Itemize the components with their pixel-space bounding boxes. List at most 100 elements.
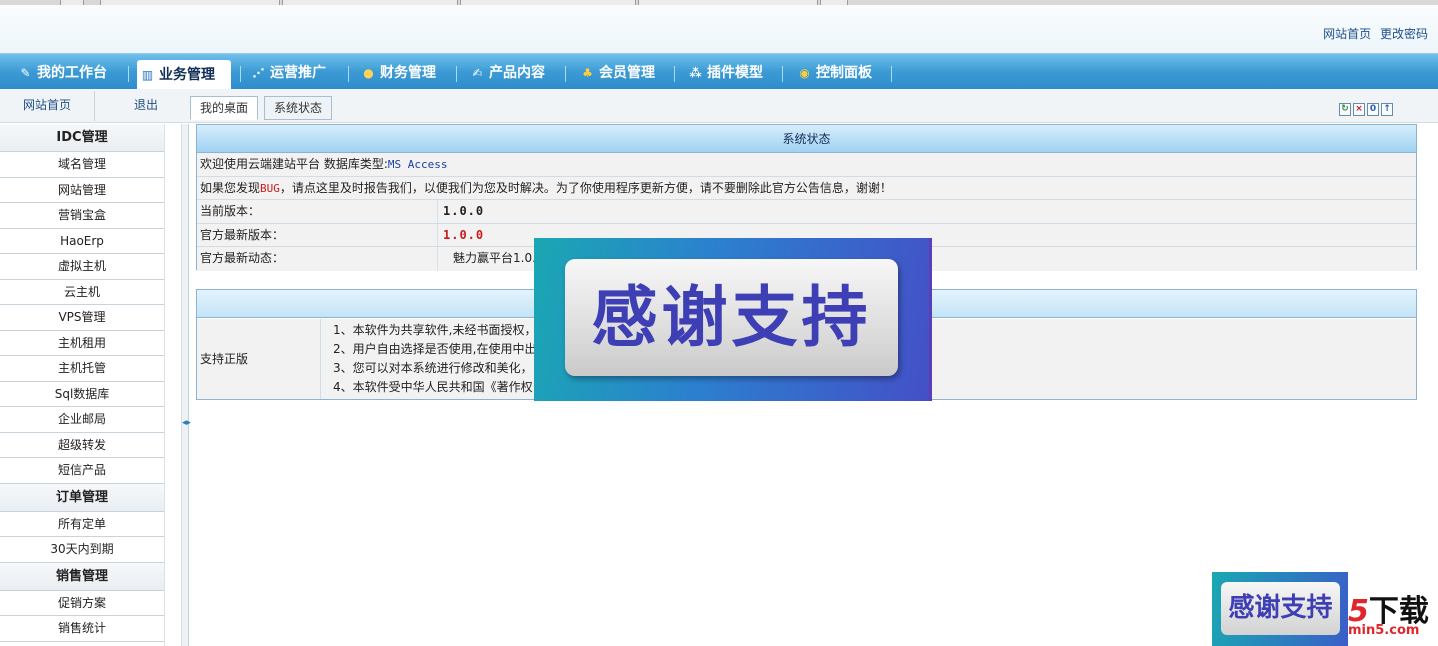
quick-link-site-home[interactable]: 网站首页 (0, 89, 94, 123)
watermark-banner: 感谢支持 (1212, 572, 1348, 646)
row-divider (437, 200, 438, 223)
sidebar-group-sales[interactable]: 销售管理 (0, 562, 164, 591)
row-divider (320, 319, 321, 399)
list-item: 3、您可以对本系统进行修改和美化， (333, 361, 533, 375)
sidebar-item-all-orders[interactable]: 所有定单 (0, 512, 164, 537)
welcome-text: 欢迎使用云端建站平台 数据库类型: (200, 157, 388, 171)
watermark-plate: 感谢支持 (1221, 582, 1340, 635)
nav-item-members[interactable]: ♣ 会员管理 (577, 58, 655, 90)
current-version-value: 1.0.0 (443, 204, 485, 218)
sub-bar: 网站首页 退出 我的桌面 系统状态 ↻ × 0 ↑ (0, 89, 1438, 123)
nav-label: 业务管理 (159, 67, 215, 83)
edit-icon: ✍ (472, 66, 483, 80)
watermark-url: min5.com (1348, 623, 1420, 638)
sidebar-item-sales-stats[interactable]: 销售统计 (0, 616, 164, 642)
welcome-row: 欢迎使用云端建站平台 数据库类型:MS Access (197, 153, 1416, 177)
latest-version-value: 1.0.0 (443, 227, 485, 242)
top-links: 网站首页 更改密码 (1318, 25, 1428, 42)
watermark: 感谢支持 5下载 min5.com (1212, 572, 1438, 646)
members-icon: ♣ (582, 66, 593, 80)
sidebar-item-vps[interactable]: VPS管理 (0, 305, 164, 331)
tab-system-status[interactable]: 系统状态 (264, 96, 333, 120)
nav-item-finance[interactable]: ● 财务管理 (358, 58, 436, 90)
sidebar-item-host-hosting[interactable]: 主机托管 (0, 356, 164, 382)
nav-item-plugins[interactable]: ⁂ 插件模型 (685, 58, 763, 90)
info-icon[interactable]: 0 (1367, 103, 1379, 116)
row-divider (437, 223, 438, 246)
nav-separator (240, 66, 241, 82)
workbench-icon: ✎ (20, 66, 31, 80)
sidebar-item-expiring-30d[interactable]: 30天内到期 (0, 537, 164, 563)
nav-item-content[interactable]: ✍ 产品内容 (467, 58, 545, 90)
quick-link-logout[interactable]: 退出 (96, 89, 196, 123)
bug-prefix: 如果您发现 (200, 180, 261, 195)
nav-separator (348, 66, 349, 82)
nav-item-workbench[interactable]: ✎ 我的工作台 (15, 58, 107, 90)
nav-item-operations[interactable]: ⋰ 运营推广 (248, 58, 327, 90)
bug-word: BUG (260, 181, 280, 195)
sidebar-item-enterprise-mail[interactable]: 企业邮局 (0, 407, 164, 433)
nav-label: 运营推广 (270, 65, 326, 81)
sidebar-item-cloud-host[interactable]: 云主机 (0, 280, 164, 305)
plugin-icon: ⁂ (689, 66, 702, 80)
sidebar-item-marketing-box[interactable]: 营销宝盒 (0, 203, 164, 229)
change-password-link[interactable]: 更改密码 (1380, 27, 1428, 41)
sidebar-group-orders[interactable]: 订单管理 (0, 483, 164, 512)
bug-suffix: ，请点这里及时报告我们，以便我们为您及时解决。为了你使用程序更新方便，请不要删除… (279, 180, 892, 195)
row-divider (437, 247, 438, 271)
nav-separator (565, 66, 566, 82)
list-item: 2、用户自由选择是否使用,在使用中出 (333, 342, 537, 356)
banner-plate: 感谢支持 (565, 259, 898, 376)
sidebar-group-idc[interactable]: IDC管理 (0, 124, 164, 152)
latest-news-label: 官方最新动态： (200, 251, 285, 265)
coins-icon: ● (363, 66, 374, 80)
bug-report-row[interactable]: 如果您发现BUG，请点这里及时报告我们，以便我们为您及时解决。为了你使用程序更新… (197, 176, 1416, 200)
refresh-icon[interactable]: ↻ (1339, 103, 1351, 116)
latest-version-label: 官方最新版本： (200, 227, 285, 242)
sidebar-item-website[interactable]: 网站管理 (0, 178, 164, 203)
nav-separator (891, 66, 892, 82)
window-tools: ↻ × 0 ↑ (1337, 100, 1393, 116)
list-item: 4、本软件受中华人民共和国《著作权 (333, 380, 533, 394)
current-version-row: 当前版本： 1.0.0 (197, 200, 1416, 224)
nav-label: 产品内容 (489, 65, 545, 81)
network-icon: ⋰ (252, 66, 265, 80)
sidebar-item-sql-db[interactable]: Sql数据库 (0, 382, 164, 407)
sidebar-item-haoerp[interactable]: HaoErp (0, 229, 164, 254)
nav-separator (674, 66, 675, 82)
nav-label: 财务管理 (380, 65, 436, 81)
db-type: MS Access (387, 158, 448, 171)
up-icon[interactable]: ↑ (1381, 103, 1393, 116)
thanks-banner: 感谢支持 (534, 238, 932, 401)
collapse-arrow-icon[interactable]: ◂▸ (182, 416, 191, 430)
main-nav: ✎ 我的工作台 ▥ 业务管理 ⋰ 运营推广 ● 财务管理 ✍ 产品内容 ♣ 会员… (0, 53, 1438, 91)
panel-title: 系统状态 (197, 125, 1416, 153)
latest-news-value[interactable]: 魅力赢平台1.0. (453, 247, 536, 270)
support-label: 支持正版 (200, 352, 249, 366)
quick-link-separator (94, 91, 95, 121)
tab-my-desktop[interactable]: 我的桌面 (190, 96, 259, 120)
nav-label: 插件模型 (707, 65, 763, 81)
nav-item-business[interactable]: ▥ 业务管理 (137, 60, 231, 91)
license-terms-list: 1、本软件为共享软件,未经书面授权， 2、用户自由选择是否使用,在使用中出 3、… (333, 321, 536, 397)
nav-label: 我的工作台 (37, 65, 107, 81)
top-header: 网站首页 更改密码 (0, 5, 1438, 53)
sidebar-item-promotions[interactable]: 促销方案 (0, 591, 164, 616)
sidebar-item-virtual-host[interactable]: 虚拟主机 (0, 254, 164, 280)
sidebar-item-sms[interactable]: 短信产品 (0, 458, 164, 484)
list-item: 1、本软件为共享软件,未经书面授权， (333, 323, 537, 337)
current-version-label: 当前版本： (200, 204, 261, 218)
sidebar-item-host-rental[interactable]: 主机租用 (0, 331, 164, 356)
nav-label: 控制面板 (816, 65, 872, 81)
sidebar-item-domain[interactable]: 域名管理 (0, 152, 164, 178)
nav-item-control-panel[interactable]: ◉ 控制面板 (794, 58, 872, 90)
watermark-text: 感谢支持 (1228, 593, 1333, 623)
close-icon[interactable]: × (1353, 103, 1365, 116)
site-home-link[interactable]: 网站首页 (1323, 27, 1371, 41)
sidebar-item-super-forward[interactable]: 超级转发 (0, 433, 164, 458)
sidebar-splitter[interactable]: ◂▸ (181, 124, 191, 646)
chart-icon: ▥ (141, 68, 154, 82)
sidebar: IDC管理 域名管理 网站管理 营销宝盒 HaoErp 虚拟主机 云主机 VPS… (0, 124, 165, 646)
nav-separator (456, 66, 457, 82)
nav-separator (128, 66, 129, 82)
